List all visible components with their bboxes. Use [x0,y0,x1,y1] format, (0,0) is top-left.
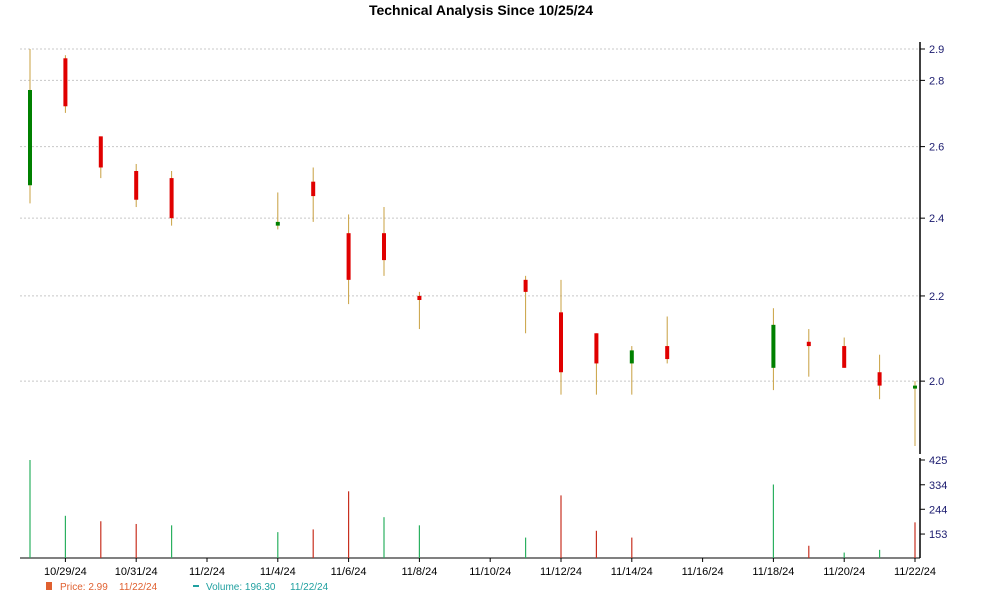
x-tick-label: 10/31/24 [115,566,158,578]
price-tick-label: 2.6 [929,142,944,154]
volume-tick-label: 334 [929,480,947,492]
technical-analysis-chart: Technical Analysis Since 10/25/24 2.0 2.2… [20,2,947,593]
x-tick-label: 11/8/24 [401,566,437,578]
candle-body [63,58,68,107]
legend-price-label: Price: 2.99 [60,582,108,593]
candle-body [275,221,280,226]
candle-body [346,233,351,280]
candle-body [665,346,670,360]
legend-volume-date: 11/22/24 [290,582,329,593]
price-tick-label: 2.4 [929,213,944,225]
x-tick-label: 11/14/24 [611,566,653,578]
chart-title: Technical Analysis Since 10/25/24 [369,2,593,18]
volume-series [29,460,916,558]
legend-volume-label: Volume: 196.30 [206,582,276,593]
volume-tick-label: 244 [929,504,947,516]
candle-body [913,385,917,389]
axes: 2.0 2.2 2.4 2.6 2.8 2.9 153 244 334 425 10/29/24 10… [20,42,947,578]
candle-body [311,181,316,197]
candle-body [877,372,882,386]
legend-price-marker [46,582,52,590]
x-tick-label: 11/4/24 [260,566,296,578]
volume-tick-label: 425 [929,455,947,467]
candlestick-series [28,49,917,446]
candle-body [771,324,776,368]
candle-body [842,346,847,368]
x-tick-label: 11/16/24 [682,566,724,578]
x-tick-label: 11/2/24 [189,566,225,578]
candle-body [523,279,528,292]
candle-body [629,350,634,364]
candle-body [382,233,386,261]
candle-body [559,312,563,373]
x-tick-label: 11/6/24 [331,566,367,578]
price-tick-label: 2.8 [929,75,944,87]
legend-price-date: 11/22/24 [119,582,158,593]
candle-body [169,178,174,219]
candle-body [806,341,811,347]
x-tick-label: 11/10/24 [469,566,511,578]
price-grid [20,48,920,382]
volume-tick-label: 153 [929,529,947,541]
x-tick-label: 11/18/24 [752,566,794,578]
x-tick-label: 11/12/24 [540,566,582,578]
candle-body [417,295,422,301]
price-tick-label: 2.2 [929,291,944,303]
candle-body [28,89,32,186]
candle-body [98,136,103,168]
x-tick-label: 11/22/24 [894,566,936,578]
x-tick-label: 11/20/24 [823,566,865,578]
candle-body [594,333,599,364]
candle-body [134,171,139,200]
legend: Price: 2.99 11/22/24 Volume: 196.30 11/2… [46,582,329,593]
x-tick-label: 10/29/24 [44,566,87,578]
price-tick-label: 2.9 [929,44,944,56]
price-tick-label: 2.0 [929,376,944,388]
